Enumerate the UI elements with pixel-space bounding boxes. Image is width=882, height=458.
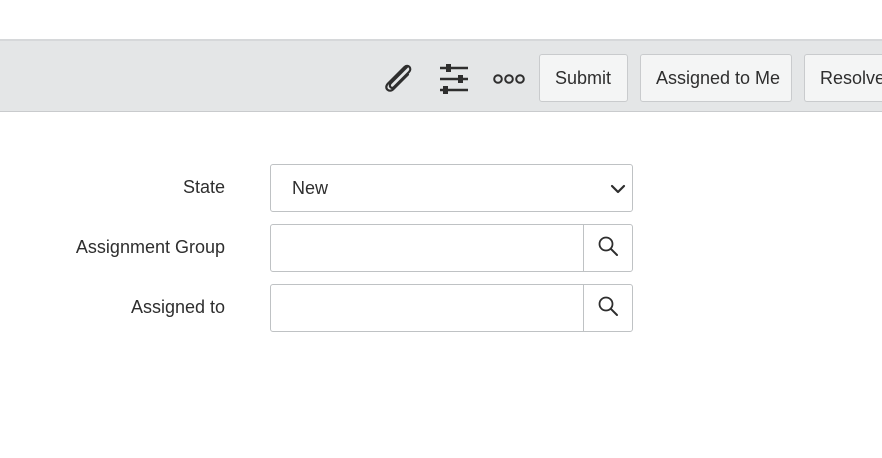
assigned-to-field bbox=[270, 284, 633, 332]
search-icon bbox=[597, 235, 619, 262]
assigned-to-input[interactable] bbox=[271, 285, 585, 331]
chevron-down-icon bbox=[610, 182, 626, 200]
submit-button[interactable]: Submit bbox=[539, 54, 628, 102]
more-options-icon[interactable] bbox=[492, 69, 526, 89]
form-toolbar: Submit Assigned to Me Resolve bbox=[0, 39, 882, 112]
state-select[interactable]: New bbox=[270, 164, 633, 212]
assignment-group-input[interactable] bbox=[271, 225, 585, 271]
assigned-to-label: Assigned to bbox=[130, 297, 225, 317]
assignment-group-field bbox=[270, 224, 633, 272]
search-icon bbox=[597, 295, 619, 322]
resolve-button[interactable]: Resolve bbox=[804, 54, 882, 102]
assignment-group-lookup-button[interactable] bbox=[583, 225, 632, 271]
paperclip-icon[interactable] bbox=[380, 62, 416, 94]
assigned-to-me-button[interactable]: Assigned to Me bbox=[640, 54, 792, 102]
state-select-value: New bbox=[292, 178, 329, 198]
assignment-group-label: Assignment Group bbox=[75, 237, 225, 257]
sliders-icon[interactable] bbox=[437, 62, 471, 96]
state-label: State bbox=[182, 177, 225, 197]
assigned-to-lookup-button[interactable] bbox=[583, 285, 632, 331]
